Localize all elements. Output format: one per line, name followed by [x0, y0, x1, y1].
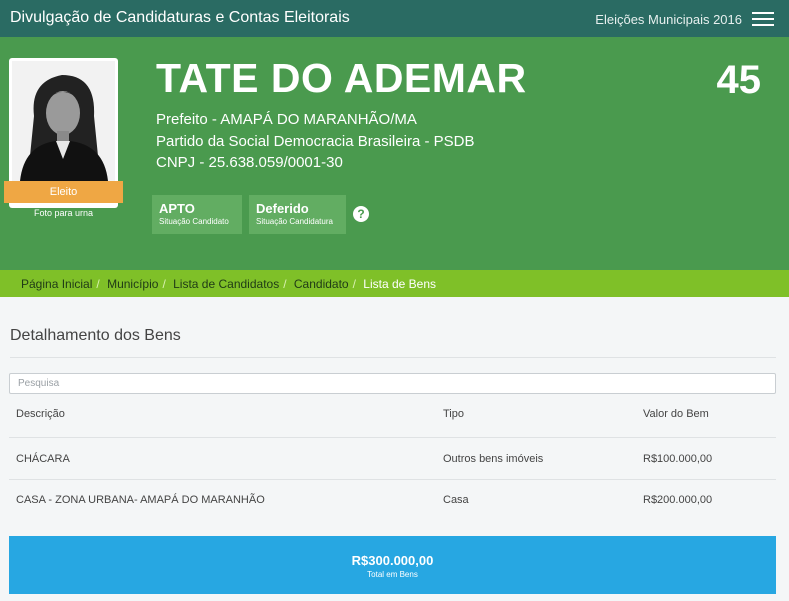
candidate-cnpj: CNPJ - 25.638.059/0001-30 [156, 154, 343, 171]
table-row: CHÁCARA Outros bens imóveis R$100.000,00 [9, 437, 776, 479]
column-header-description[interactable]: Descrição [16, 408, 65, 420]
candidate-office: Prefeito - AMAPÁ DO MARANHÃO/MA [156, 111, 417, 128]
asset-type: Casa [443, 494, 469, 506]
candidate-name: TATE DO ADEMAR [156, 55, 527, 101]
candidacy-status-badge: Deferido Situação Candidatura [249, 195, 346, 234]
candidate-status-badge: APTO Situação Candidato [152, 195, 242, 234]
column-header-value[interactable]: Valor do Bem [643, 408, 709, 420]
help-icon[interactable]: ? [353, 206, 369, 222]
breadcrumb-municipio[interactable]: Município [107, 277, 158, 291]
asset-type: Outros bens imóveis [443, 453, 544, 465]
asset-value: R$100.000,00 [643, 453, 713, 465]
app-title: Divulgação de Candidaturas e Contas Elei… [10, 9, 350, 26]
candidate-portrait-icon [12, 61, 115, 181]
candidate-status-label: Situação Candidato [159, 217, 229, 226]
candidate-status-value: APTO [159, 201, 195, 216]
elected-badge: Eleito [4, 181, 123, 203]
table-row: CASA - ZONA URBANA- AMAPÁ DO MARANHÃO Ca… [9, 479, 776, 521]
breadcrumb-home[interactable]: Página Inicial [21, 277, 92, 291]
asset-value: R$200.000,00 [643, 494, 713, 506]
top-bar: Divulgação de Candidaturas e Contas Elei… [0, 0, 789, 37]
total-assets-value: R$300.000,00 [351, 553, 434, 568]
hamburger-menu-icon[interactable] [752, 12, 774, 26]
photo-caption: Foto para urna [33, 208, 94, 218]
breadcrumb-candidate-list[interactable]: Lista de Candidatos [173, 277, 279, 291]
breadcrumb: Página Inicial / Município / Lista de Cand… [0, 270, 789, 297]
asset-description: CASA - ZONA URBANA- AMAPÁ DO MARANHÃO [16, 494, 265, 506]
breadcrumb-current: Lista de Bens [363, 277, 437, 291]
total-assets-bar: R$300.000,00 Total em Bens [9, 536, 776, 594]
candidate-party: Partido da Social Democracia Brasileira … [156, 133, 475, 150]
candidacy-status-value: Deferido [256, 201, 309, 216]
divider [10, 357, 776, 358]
breadcrumb-candidate[interactable]: Candidato [294, 277, 349, 291]
candidate-number: 45 [716, 58, 762, 102]
asset-description: CHÁCARA [16, 453, 70, 465]
column-header-type[interactable]: Tipo [443, 408, 464, 420]
candidate-header: Eleito Foto para urna TATE DO ADEMAR 45 … [0, 37, 789, 270]
section-title: Detalhamento dos Bens [10, 327, 181, 344]
total-assets-label: Total em Bens [367, 570, 418, 579]
search-input[interactable] [9, 373, 776, 394]
election-label: Eleições Municipais 2016 [595, 12, 742, 27]
candidacy-status-label: Situação Candidatura [256, 217, 333, 226]
candidate-photo [12, 61, 115, 181]
